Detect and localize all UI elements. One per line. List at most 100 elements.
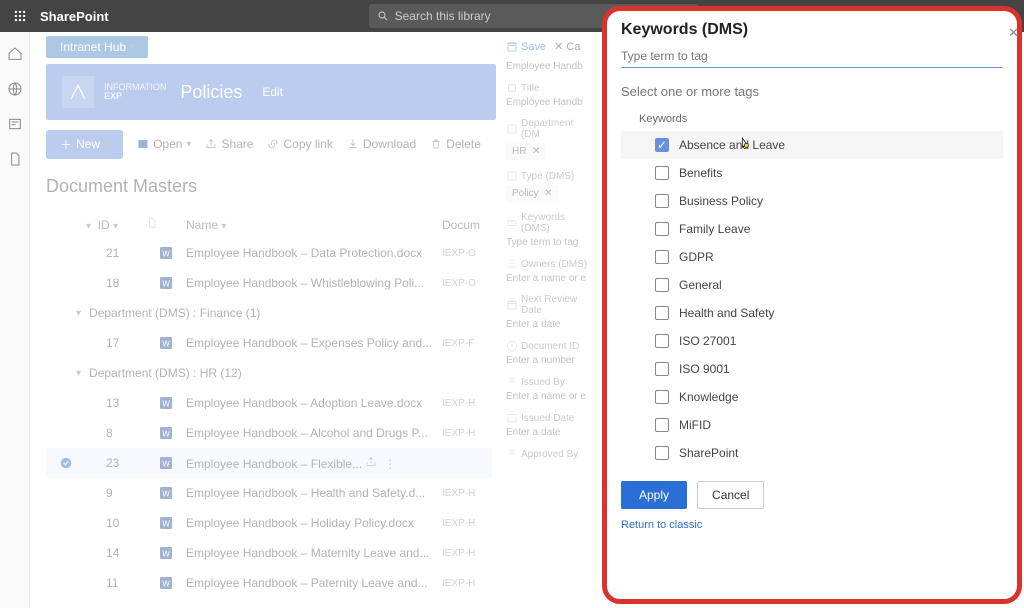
close-icon[interactable]: ✕ [1008, 25, 1019, 41]
keyword-option[interactable]: Health and Safety [621, 299, 1003, 327]
table-row[interactable]: 23WEmployee Handbook – Flexible... ⋮ [46, 448, 492, 478]
keyword-label: SharePoint [679, 446, 738, 460]
issuedby-value[interactable]: Enter a name or e [506, 391, 594, 402]
table-row[interactable]: 9WEmployee Handbook – Health and Safety.… [46, 478, 492, 508]
dept-value[interactable]: HR ✕ [506, 143, 546, 160]
keyword-label: Family Leave [679, 222, 750, 236]
new-button[interactable]: ＋ New ▾ [46, 130, 123, 159]
files-icon[interactable] [7, 151, 23, 172]
group-finance[interactable]: ▾Department (DMS) : Finance (1) [46, 298, 492, 328]
checkbox[interactable] [655, 166, 669, 180]
word-icon: W [146, 395, 186, 411]
type-value[interactable]: Policy ✕ [506, 185, 559, 202]
row-id: 9 [86, 486, 146, 500]
checkbox[interactable] [655, 418, 669, 432]
keyword-option[interactable]: ISO 27001 [621, 327, 1003, 355]
keywords-panel: ✕ Keywords (DMS) Select one or more tags… [602, 6, 1022, 604]
row-name[interactable]: Employee Handbook – Health and Safety.d.… [186, 486, 442, 500]
table-row[interactable]: 13WEmployee Handbook – Adoption Leave.do… [46, 388, 492, 418]
table-row[interactable]: 17WEmployee Handbook – Expenses Policy a… [46, 328, 492, 358]
keyword-option[interactable]: GDPR [621, 243, 1003, 271]
keyword-label: MiFID [679, 418, 711, 432]
hub-button[interactable]: Intranet Hub ▾ [46, 36, 148, 58]
file-type-icon[interactable] [146, 217, 158, 229]
site-logo[interactable] [62, 76, 94, 108]
checkbox[interactable] [655, 362, 669, 376]
app-name[interactable]: SharePoint [40, 9, 109, 24]
keyword-option[interactable]: ✓Absence and Leave [621, 131, 1003, 159]
docid-value[interactable]: Enter a number [506, 355, 594, 366]
group-hr[interactable]: ▾Department (DMS) : HR (12) [46, 358, 492, 388]
col-doc[interactable]: Docum [442, 218, 492, 232]
review-value[interactable]: Enter a date [506, 319, 594, 330]
copylink-button[interactable]: Copy link [267, 137, 332, 151]
col-name[interactable]: Name [186, 218, 218, 232]
dept-label: Department (DM [521, 118, 594, 140]
keyword-option[interactable]: SharePoint [621, 439, 1003, 467]
checkbox[interactable] [655, 390, 669, 404]
globe-icon[interactable] [7, 81, 23, 102]
chevron-down-icon[interactable]: ▾ [86, 221, 91, 232]
share-icon[interactable] [365, 456, 377, 468]
owners-value[interactable]: Enter a name or e [506, 273, 594, 284]
cancel-button[interactable]: ✕ Ca [554, 40, 580, 53]
keyword-option[interactable]: Business Policy [621, 187, 1003, 215]
word-icon: W [146, 455, 186, 471]
edit-link[interactable]: Edit [262, 85, 283, 99]
share-button[interactable]: Share [205, 137, 253, 151]
kw-value[interactable]: Type term to tag [506, 237, 594, 248]
checkbox[interactable] [655, 334, 669, 348]
checkbox[interactable] [655, 250, 669, 264]
col-id[interactable]: ID [98, 218, 110, 232]
more-icon[interactable]: ⋮ [384, 457, 396, 471]
checkbox[interactable] [655, 222, 669, 236]
keyword-option[interactable]: Knowledge [621, 383, 1003, 411]
keyword-option[interactable]: MiFID [621, 411, 1003, 439]
title-value[interactable]: Employee Handb [506, 97, 594, 108]
issueddate-value[interactable]: Enter a date [506, 427, 594, 438]
keyword-option[interactable]: ISO 9001 [621, 355, 1003, 383]
save-button[interactable]: Save [506, 41, 546, 53]
row-name[interactable]: Employee Handbook – Expenses Policy and.… [186, 336, 442, 350]
open-button[interactable]: Open ▾ [137, 137, 191, 151]
news-icon[interactable] [7, 116, 23, 137]
row-name[interactable]: Employee Handbook – Maternity Leave and.… [186, 546, 442, 560]
checkbox[interactable] [655, 278, 669, 292]
row-tag: IEXP-O [442, 248, 492, 259]
row-name[interactable]: Employee Handbook – Whistleblowing Poli.… [186, 276, 442, 290]
table-row[interactable]: 11WEmployee Handbook – Paternity Leave a… [46, 568, 492, 598]
row-name[interactable]: Employee Handbook – Data Protection.docx [186, 246, 442, 260]
cancel-button[interactable]: Cancel [697, 481, 764, 509]
keywords-input[interactable] [621, 45, 1003, 68]
row-name[interactable]: Employee Handbook – Adoption Leave.docx [186, 396, 442, 410]
download-button[interactable]: Download [347, 137, 416, 151]
table-row[interactable]: 18WEmployee Handbook – Whistleblowing Po… [46, 268, 492, 298]
row-name[interactable]: Employee Handbook – Holiday Policy.docx [186, 516, 442, 530]
table-row[interactable]: 14WEmployee Handbook – Maternity Leave a… [46, 538, 492, 568]
apply-button[interactable]: Apply [621, 481, 687, 509]
site-header: INFORMATION EXP Policies Edit [46, 64, 496, 120]
row-id: 21 [86, 246, 146, 260]
table-row[interactable]: 10WEmployee Handbook – Holiday Policy.do… [46, 508, 492, 538]
checkbox[interactable] [655, 194, 669, 208]
checkbox[interactable]: ✓ [655, 138, 669, 152]
keyword-option[interactable]: General [621, 271, 1003, 299]
app-launcher-icon[interactable] [8, 4, 32, 28]
row-name[interactable]: Employee Handbook – Paternity Leave and.… [186, 576, 442, 590]
word-icon: W [146, 485, 186, 501]
home-icon[interactable] [7, 46, 23, 67]
row-id: 23 [86, 456, 146, 470]
row-name[interactable]: Employee Handbook – Flexible... ⋮ [186, 456, 442, 471]
word-icon: W [146, 575, 186, 591]
checkbox[interactable] [655, 446, 669, 460]
keyword-option[interactable]: Family Leave [621, 215, 1003, 243]
site-title[interactable]: Policies [180, 82, 242, 103]
table-row[interactable]: 21WEmployee Handbook – Data Protection.d… [46, 238, 492, 268]
table-row[interactable]: 8WEmployee Handbook – Alcohol and Drugs … [46, 418, 492, 448]
keyword-label: Knowledge [679, 390, 738, 404]
delete-button[interactable]: Delete [430, 137, 481, 151]
keyword-option[interactable]: Benefits [621, 159, 1003, 187]
row-name[interactable]: Employee Handbook – Alcohol and Drugs P.… [186, 426, 442, 440]
checkbox[interactable] [655, 306, 669, 320]
return-classic-link[interactable]: Return to classic [621, 519, 1003, 531]
